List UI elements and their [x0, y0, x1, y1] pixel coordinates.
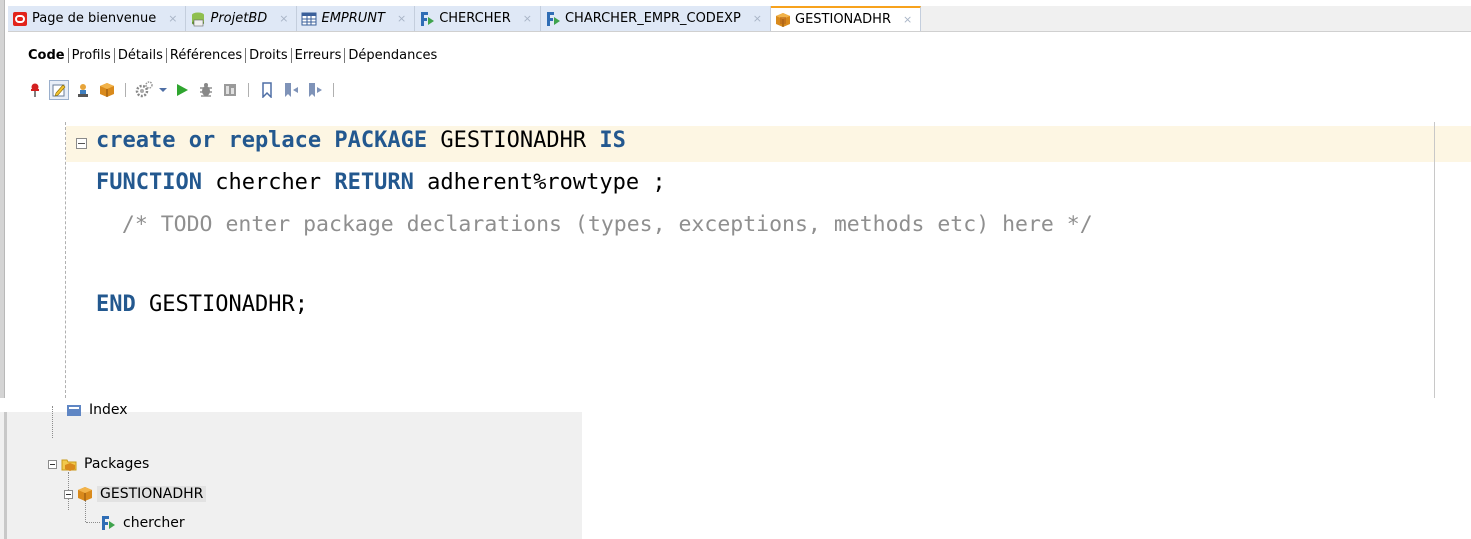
tab-page-de-bienvenue[interactable]: Page de bienvenue × — [8, 6, 187, 31]
welcome-icon — [12, 11, 28, 27]
compile-icon[interactable] — [73, 80, 93, 100]
code-editor[interactable] — [65, 122, 1435, 398]
keyword: FUNCTION — [96, 170, 202, 195]
folder-package-icon — [61, 456, 77, 472]
tree-left-edge — [4, 412, 7, 539]
run-icon[interactable] — [172, 80, 192, 100]
index-icon — [66, 402, 82, 418]
debug-icon[interactable] — [196, 80, 216, 100]
tree-item-index[interactable]: Index — [48, 400, 131, 420]
keyword: IS — [599, 128, 626, 153]
tree-item-label: Index — [89, 402, 128, 418]
identifier: GESTIONADHR — [427, 128, 600, 153]
tab-label: ProjetBD — [210, 11, 268, 26]
package-icon — [775, 12, 791, 28]
package-icon[interactable] — [97, 80, 117, 100]
tab-close-icon[interactable]: × — [903, 13, 912, 26]
code-text: GESTIONADHR; — [135, 292, 308, 317]
tab-close-icon[interactable]: × — [279, 12, 288, 25]
tab-close-icon[interactable]: × — [168, 12, 177, 25]
edit-icon[interactable] — [49, 80, 69, 100]
sql-connection-icon — [190, 11, 206, 27]
subtab-references[interactable]: Références — [167, 48, 245, 63]
function-icon — [419, 11, 435, 27]
editor-subtab-bar: Code Profils Détails Références Droits E… — [25, 44, 440, 66]
profile-icon[interactable] — [220, 80, 240, 100]
editor-panel: Page de bienvenue × ProjetBD × EMPRUNT ×… — [0, 0, 1471, 398]
window-left-edge — [0, 0, 5, 398]
toolbar-separator — [333, 83, 334, 97]
tab-charcher-empr-codexp[interactable]: CHARCHER_EMPR_CODEXP × — [540, 6, 771, 31]
tree-item-gestionadhr[interactable]: GESTIONADHR — [64, 482, 207, 506]
subtab-dependances[interactable]: Dépendances — [345, 48, 440, 63]
tree-connector — [86, 522, 100, 523]
editor-toolbar — [25, 78, 342, 102]
fold-toggle[interactable] — [76, 138, 87, 149]
keyword: RETURN — [334, 170, 414, 195]
function-icon — [100, 515, 116, 531]
code-line-3: /* TODO enter package declarations (type… — [96, 212, 1093, 237]
gear-icon[interactable] — [134, 80, 154, 100]
tab-close-icon[interactable]: × — [397, 12, 406, 25]
tab-label: Page de bienvenue — [32, 11, 157, 26]
table-grid-icon — [301, 11, 317, 27]
tab-label: CHERCHER — [439, 11, 511, 26]
tree-item-label: Packages — [84, 456, 150, 472]
object-tree-panel: Index Packages GESTIONADHR chercher — [0, 402, 582, 539]
subtab-profils[interactable]: Profils — [69, 48, 114, 63]
prev-bookmark-icon[interactable] — [281, 80, 301, 100]
tree-item-chercher[interactable]: chercher — [100, 511, 188, 535]
tree-item-label: GESTIONADHR — [97, 486, 207, 502]
function-icon — [545, 11, 561, 27]
code-line-2: FUNCTION chercher RETURN adherent%rowtyp… — [96, 170, 666, 195]
tree-item-packages[interactable]: Packages — [48, 452, 152, 476]
chevron-down-icon[interactable] — [158, 80, 168, 100]
code-text: adherent%rowtype ; — [413, 170, 666, 195]
document-tab-bar: Page de bienvenue × ProjetBD × EMPRUNT ×… — [8, 6, 1471, 32]
tab-gestionadhr[interactable]: GESTIONADHR × — [771, 6, 922, 31]
tab-label: GESTIONADHR — [795, 12, 891, 27]
code-line-1: create or replace PACKAGE GESTIONADHR IS — [96, 128, 626, 153]
keyword: create or replace PACKAGE — [96, 128, 428, 153]
subtab-erreurs[interactable]: Erreurs — [292, 48, 345, 63]
subtab-details[interactable]: Détails — [115, 48, 166, 63]
subtab-droits[interactable]: Droits — [246, 48, 291, 63]
tree-item-label: chercher — [123, 515, 185, 531]
tab-label: CHARCHER_EMPR_CODEXP — [564, 11, 741, 26]
code-line-5: END GESTIONADHR; — [96, 292, 308, 317]
code-text: chercher — [201, 170, 335, 195]
tab-close-icon[interactable]: × — [753, 12, 762, 25]
bookmark-icon[interactable] — [257, 80, 277, 100]
keyword: END — [96, 292, 136, 317]
collapse-toggle[interactable] — [48, 459, 57, 469]
subtab-code[interactable]: Code — [25, 48, 68, 63]
tab-projetbd[interactable]: ProjetBD × — [186, 6, 298, 31]
tab-label: EMPRUNT — [321, 11, 385, 26]
pin-icon[interactable] — [25, 80, 45, 100]
tab-chercher[interactable]: CHERCHER × — [415, 6, 541, 31]
next-bookmark-icon[interactable] — [305, 80, 325, 100]
package-icon — [77, 486, 93, 502]
tab-close-icon[interactable]: × — [523, 12, 532, 25]
tab-emprunt[interactable]: EMPRUNT × — [297, 6, 416, 31]
toolbar-separator — [125, 83, 126, 97]
collapse-toggle[interactable] — [64, 489, 73, 499]
toolbar-separator — [248, 83, 249, 97]
